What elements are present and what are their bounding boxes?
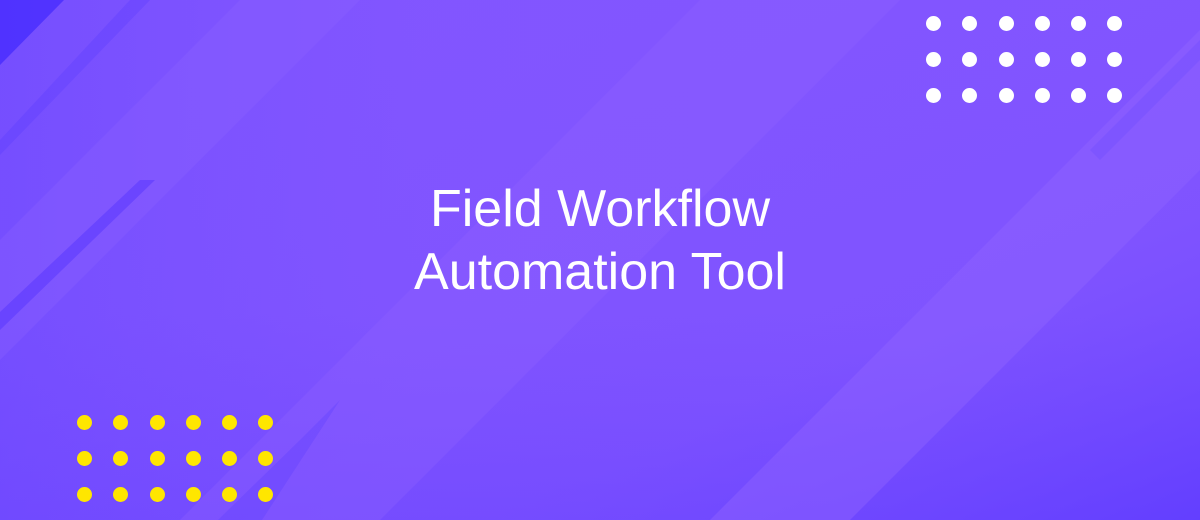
dot: [77, 487, 92, 502]
dot: [1107, 88, 1123, 103]
dot: [962, 16, 978, 31]
hero-banner: Field Workflow Automation Tool: [0, 0, 1200, 520]
dot: [77, 415, 92, 430]
dot: [185, 451, 201, 466]
dot: [149, 415, 165, 430]
dot: [1034, 88, 1050, 103]
dot: [998, 88, 1014, 103]
dot: [998, 52, 1014, 67]
dot: [1071, 16, 1087, 31]
dot: [1071, 52, 1087, 67]
title-line-1: Field Workflow: [429, 180, 770, 238]
dot: [1034, 52, 1050, 67]
dot: [926, 16, 941, 31]
dot: [258, 415, 274, 430]
dot: [1034, 16, 1050, 31]
banner-title: Field Workflow Automation Tool: [0, 178, 1200, 304]
dot: [962, 88, 978, 103]
dot: [113, 415, 129, 430]
dot: [1107, 16, 1123, 31]
dot: [149, 451, 165, 466]
dot-pattern-icon: [926, 16, 1123, 103]
dot: [185, 415, 201, 430]
dot: [222, 487, 238, 502]
dot: [998, 16, 1014, 31]
dot: [258, 487, 274, 502]
dot: [77, 451, 92, 466]
dot: [258, 451, 274, 466]
dot: [1107, 52, 1123, 67]
dot: [185, 487, 201, 502]
dot: [222, 451, 238, 466]
dot: [1071, 88, 1087, 103]
dot: [926, 52, 941, 67]
dot: [962, 52, 978, 67]
title-line-2: Automation Tool: [414, 243, 786, 301]
dot: [926, 88, 941, 103]
dot: [113, 487, 129, 502]
dot: [113, 451, 129, 466]
dot: [149, 487, 165, 502]
dot: [222, 415, 238, 430]
dot-pattern-icon: [77, 415, 274, 502]
